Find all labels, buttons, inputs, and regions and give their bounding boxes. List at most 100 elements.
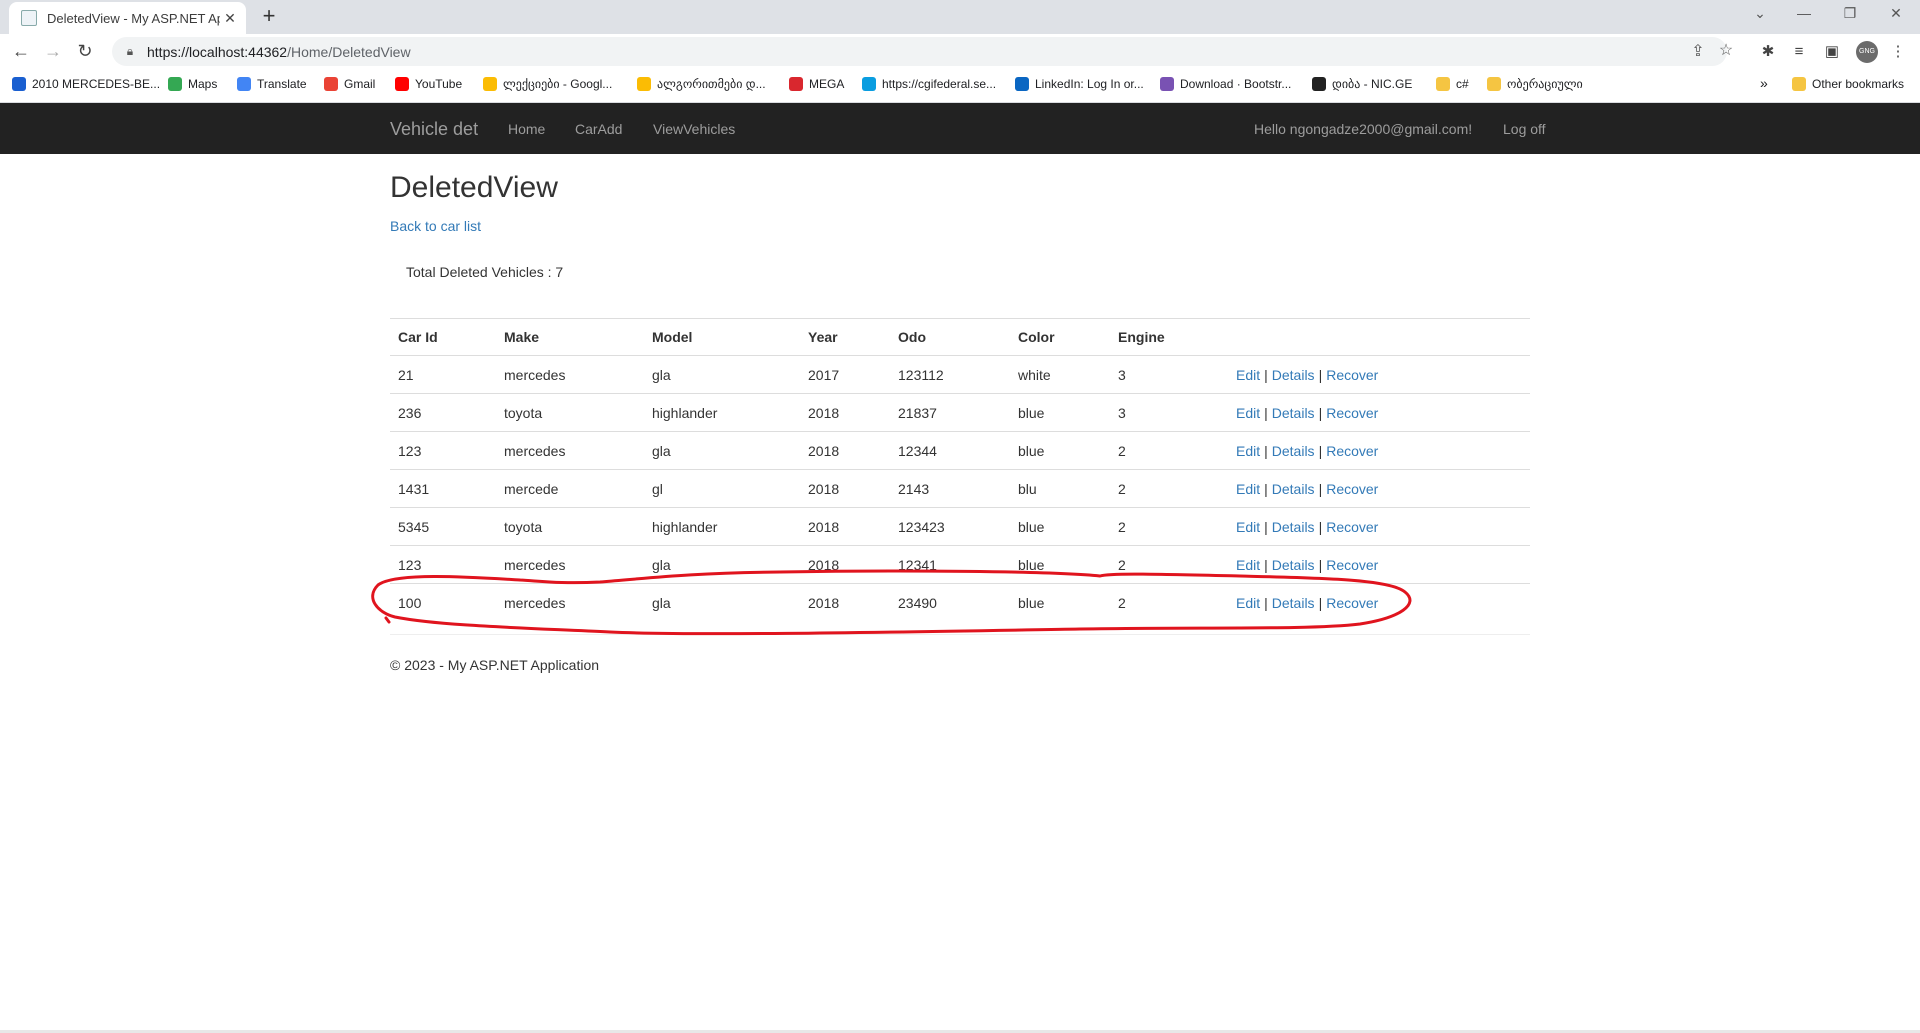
edit-link[interactable]: Edit (1236, 367, 1260, 383)
cell-year: 2018 (800, 507, 890, 546)
bookmark-item[interactable]: Gmail (324, 77, 375, 91)
column-header-color: Color (1010, 318, 1110, 356)
translate-icon (237, 77, 251, 91)
folder-icon (1436, 77, 1450, 91)
url-text[interactable]: https://localhost:44362/Home/DeletedView (147, 44, 411, 60)
bookmark-item[interactable]: ლექციები - Googl... (483, 77, 612, 91)
recover-link[interactable]: Recover (1326, 443, 1378, 459)
recover-link[interactable]: Recover (1326, 595, 1378, 611)
minimize-icon[interactable]: — (1784, 5, 1824, 21)
bookmarks-overflow-icon[interactable]: » (1760, 75, 1768, 91)
user-greeting[interactable]: Hello ngongadze2000@gmail.com! (1254, 121, 1472, 137)
recover-link[interactable]: Recover (1326, 405, 1378, 421)
menu-kebab-icon[interactable]: ⋮ (1886, 40, 1910, 64)
table-row: 5345 toyota highlander 2018 123423 blue 2 Edit |… (390, 507, 1530, 546)
table-row: 21 mercedes gla 2017 123112 white 3 Edit | Detail… (390, 355, 1530, 394)
edit-link[interactable]: Edit (1236, 595, 1260, 611)
tab-search-chevron-icon[interactable]: ⌄ (1740, 5, 1780, 22)
ge-icon (1312, 77, 1326, 91)
back-arrow-icon[interactable]: ← (8, 38, 34, 64)
recover-link[interactable]: Recover (1326, 367, 1378, 383)
forward-arrow-icon[interactable]: → (40, 38, 66, 64)
details-link[interactable]: Details (1272, 443, 1315, 459)
column-header-engine: Engine (1110, 318, 1228, 356)
footer-divider (390, 634, 1530, 635)
action-separator: | (1264, 518, 1268, 535)
bookmark-label: https://cgifederal.se... (882, 77, 997, 91)
bookmark-item[interactable]: დიბა - NIC.GE (1312, 77, 1412, 91)
new-tab-icon[interactable]: + (255, 3, 283, 29)
browser-tab[interactable]: DeletedView - My ASP.NET Appli ✕ (9, 2, 246, 34)
bookmark-item[interactable]: MEGA (789, 77, 844, 91)
cell-year: 2018 (800, 469, 890, 508)
details-link[interactable]: Details (1272, 519, 1315, 535)
bookmark-item[interactable]: c# (1436, 77, 1469, 91)
window-close-icon[interactable]: ✕ (1876, 5, 1916, 22)
bookmark-label: Translate (257, 77, 307, 91)
bookmark-item[interactable]: Download · Bootstr... (1160, 77, 1291, 91)
table-row: 1431 mercede gl 2018 2143 blu 2 Edit | Details | Re… (390, 469, 1530, 508)
cell-make: mercedes (496, 431, 644, 470)
column-header-car-id: Car Id (390, 318, 496, 356)
column-header-actions (1228, 318, 1530, 356)
back-to-list-link[interactable]: Back to car list (390, 218, 481, 234)
cell-car-id: 100 (390, 583, 496, 621)
table-row: 236 toyota highlander 2018 21837 blue 3 Edit | De… (390, 393, 1530, 432)
share-icon[interactable]: ⇪ (1686, 41, 1710, 61)
details-link[interactable]: Details (1272, 595, 1315, 611)
cell-year: 2018 (800, 393, 890, 432)
bookmark-item[interactable]: ობერაციული (1487, 77, 1583, 91)
cell-make: toyota (496, 507, 644, 546)
details-link[interactable]: Details (1272, 405, 1315, 421)
bootstrap-icon (1160, 77, 1174, 91)
bookmark-item[interactable]: YouTube (395, 77, 462, 91)
action-separator: | (1264, 404, 1268, 421)
table-row: 100 mercedes gla 2018 23490 blue 2 Edit | Details… (390, 583, 1530, 621)
edit-link[interactable]: Edit (1236, 405, 1260, 421)
side-panel-icon[interactable]: ▣ (1820, 40, 1844, 64)
cell-actions: Edit | Details | Recover (1228, 393, 1530, 432)
extensions-puzzle-icon[interactable]: ✱ (1756, 40, 1780, 64)
folder-icon (1792, 77, 1806, 91)
recover-link[interactable]: Recover (1326, 519, 1378, 535)
bookmark-item[interactable]: ალგორითმები დ... (637, 77, 766, 91)
nav-link-caradd[interactable]: CarAdd (575, 121, 622, 137)
details-link[interactable]: Details (1272, 557, 1315, 573)
bookmark-item[interactable]: 2010 MERCEDES-BE... (12, 77, 160, 91)
edit-link[interactable]: Edit (1236, 519, 1260, 535)
bookmark-star-icon[interactable]: ☆ (1714, 40, 1738, 60)
cell-model: gla (644, 545, 800, 584)
edit-link[interactable]: Edit (1236, 443, 1260, 459)
close-tab-icon[interactable]: ✕ (220, 10, 240, 27)
profile-avatar[interactable]: GNG (1856, 41, 1878, 63)
recover-link[interactable]: Recover (1326, 557, 1378, 573)
bookmark-item[interactable]: LinkedIn: Log In or... (1015, 77, 1144, 91)
edit-link[interactable]: Edit (1236, 481, 1260, 497)
cell-car-id: 5345 (390, 507, 496, 546)
navbar-brand[interactable]: Vehicle det (390, 119, 478, 140)
cell-model: gla (644, 583, 800, 621)
cell-actions: Edit | Details | Recover (1228, 431, 1530, 470)
details-link[interactable]: Details (1272, 481, 1315, 497)
bookmark-item[interactable]: https://cgifederal.se... (862, 77, 996, 91)
bookmark-item[interactable]: Maps (168, 77, 217, 91)
restore-icon[interactable]: ❐ (1830, 5, 1870, 22)
recover-link[interactable]: Recover (1326, 481, 1378, 497)
reading-list-icon[interactable]: ≡ (1787, 40, 1811, 64)
bookmark-label: LinkedIn: Log In or... (1035, 77, 1144, 91)
lock-icon[interactable]: 🔒︎ (123, 44, 137, 59)
nav-link-home[interactable]: Home (508, 121, 545, 137)
cell-engine: 2 (1110, 583, 1228, 621)
details-link[interactable]: Details (1272, 367, 1315, 383)
edit-link[interactable]: Edit (1236, 557, 1260, 573)
reload-icon[interactable]: ↻ (72, 38, 98, 64)
bookmark-item[interactable]: Translate (237, 77, 307, 91)
cell-engine: 2 (1110, 545, 1228, 584)
drive-icon (637, 77, 651, 91)
other-bookmarks[interactable]: Other bookmarks (1792, 77, 1904, 91)
logoff-link[interactable]: Log off (1503, 121, 1546, 137)
action-separator: | (1318, 442, 1323, 459)
action-separator: | (1318, 366, 1323, 383)
address-bar[interactable]: 🔒︎ https://localhost:44362/Home/DeletedV… (112, 37, 1733, 66)
nav-link-viewvehicles[interactable]: ViewVehicles (653, 121, 735, 137)
